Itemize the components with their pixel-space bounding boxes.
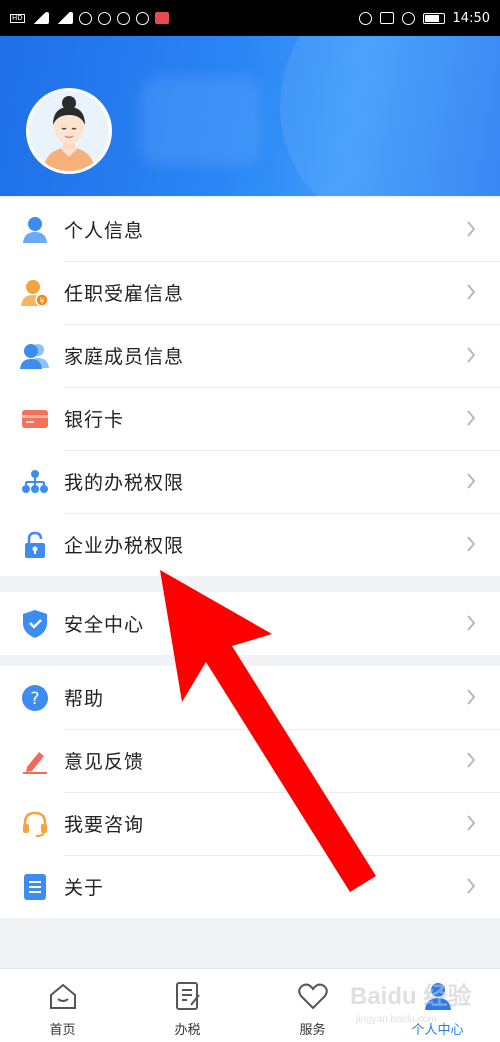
qq-icon (97, 11, 111, 25)
status-bar: HD 14:50 (0, 0, 500, 36)
tab-tax[interactable]: 办税 (125, 969, 250, 1042)
watermark-text: Baidu 经验 (350, 982, 471, 1010)
headset-icon (358, 11, 372, 25)
org-chart-icon (20, 467, 50, 497)
svg-text:?: ? (30, 689, 39, 709)
tab-home[interactable]: 首页 (0, 969, 125, 1042)
signal-icon (30, 12, 49, 24)
tax-form-icon (171, 979, 205, 1013)
status-time: 14:50 (452, 10, 490, 26)
document-icon (20, 872, 50, 902)
menu-item-label: 企业办税权限 (64, 535, 185, 557)
chevron-right-icon (467, 878, 476, 894)
user-avatar-icon[interactable] (26, 88, 112, 174)
chevron-right-icon (467, 689, 476, 705)
menu-item-feedback[interactable]: 意见反馈 (0, 729, 500, 792)
chevron-right-icon (467, 752, 476, 768)
wifi-icon (78, 11, 92, 25)
person-icon (20, 215, 50, 245)
menu-item-label: 任职受雇信息 (64, 283, 185, 305)
headset-icon (20, 809, 50, 839)
menu-item-label: 我的办税权限 (64, 472, 185, 494)
signal-icon (54, 12, 73, 24)
menu-item-my-tax-permission[interactable]: 我的办税权限 (0, 450, 500, 513)
service-heart-icon (296, 979, 330, 1013)
tab-label: 服务 (299, 1023, 326, 1038)
nfc-icon (379, 12, 394, 24)
menu-item-help[interactable]: ? 帮助 (0, 666, 500, 729)
menu-item-label: 意见反馈 (64, 751, 145, 773)
battery-icon (422, 12, 445, 24)
menu-item-label: 帮助 (64, 688, 105, 710)
chevron-right-icon (467, 615, 476, 631)
menu-item-label: 银行卡 (64, 409, 125, 431)
menu-group-profile: 个人信息 ¥ 任职受雇信息 家庭成员信息 银行卡 我的办税权限 企业办税权限 (0, 198, 500, 576)
menu-item-family-info[interactable]: 家庭成员信息 (0, 324, 500, 387)
svg-text:¥: ¥ (39, 296, 44, 305)
watermark-subtext: jingyan.baidu.com (355, 1014, 437, 1025)
notification-icon (154, 12, 169, 24)
employment-icon: ¥ (20, 278, 50, 308)
chevron-right-icon (467, 284, 476, 300)
menu-item-employment-info[interactable]: ¥ 任职受雇信息 (0, 261, 500, 324)
menu-group-security: 安全中心 (0, 592, 500, 655)
home-icon (46, 979, 80, 1013)
menu-item-label: 我要咨询 (64, 814, 145, 836)
app-icon (135, 11, 149, 25)
menu-item-label: 个人信息 (64, 220, 145, 242)
lock-icon (20, 530, 50, 560)
watermark-logo: Baidu 经验 jingyan.baidu.com (348, 974, 488, 1028)
chevron-right-icon (467, 815, 476, 831)
menu-item-consult[interactable]: 我要咨询 (0, 792, 500, 855)
menu-item-bank-card[interactable]: 银行卡 (0, 387, 500, 450)
help-icon: ? (20, 683, 50, 713)
tab-label: 办税 (174, 1023, 201, 1038)
hd-icon: HD (10, 13, 25, 23)
menu-item-security-center[interactable]: 安全中心 (0, 592, 500, 655)
menu-item-label: 安全中心 (64, 614, 145, 636)
pen-icon (20, 746, 50, 776)
profile-header (0, 36, 500, 196)
menu-item-label: 关于 (64, 877, 105, 899)
alarm-icon (401, 11, 415, 25)
menu-group-support: ? 帮助 意见反馈 我要咨询 关于 (0, 666, 500, 918)
menu-item-about[interactable]: 关于 (0, 855, 500, 918)
chevron-right-icon (467, 536, 476, 552)
message-icon (116, 11, 130, 25)
chevron-right-icon (467, 473, 476, 489)
chevron-right-icon (467, 221, 476, 237)
family-icon (20, 341, 50, 371)
tab-label: 首页 (49, 1023, 76, 1038)
chevron-right-icon (467, 410, 476, 426)
menu-item-label: 家庭成员信息 (64, 346, 185, 368)
menu-item-enterprise-tax-permission[interactable]: 企业办税权限 (0, 513, 500, 576)
shield-icon (20, 609, 50, 639)
bank-card-icon (20, 404, 50, 434)
chevron-right-icon (467, 347, 476, 363)
menu-item-personal-info[interactable]: 个人信息 (0, 198, 500, 261)
